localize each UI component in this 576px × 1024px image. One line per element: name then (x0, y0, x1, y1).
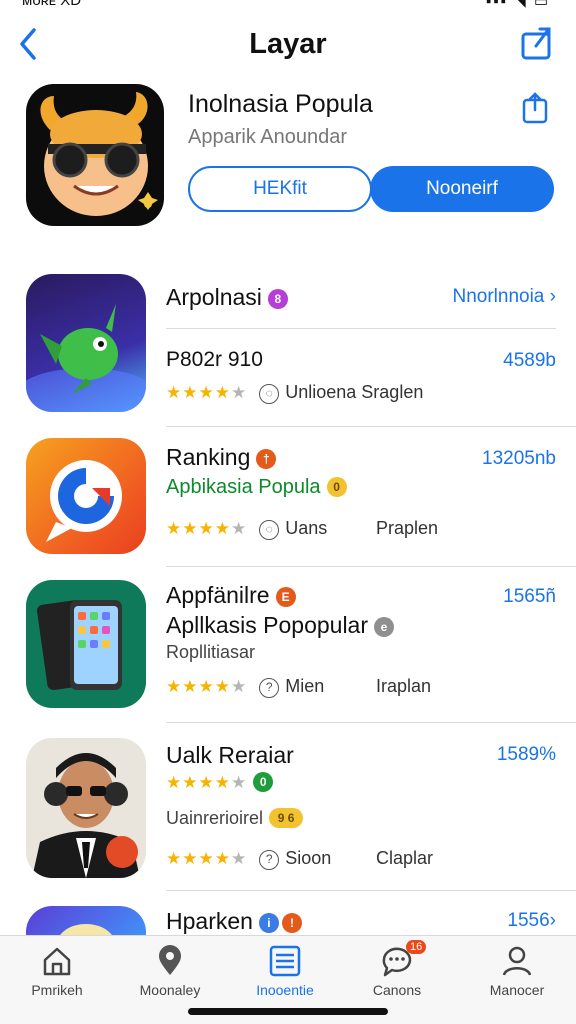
info-badge: i (258, 913, 279, 933)
divider (166, 890, 576, 891)
list-item[interactable]: Arpolnasi 8 Nnorlnnoia › P802r 910 4589b … (0, 274, 576, 427)
category-badge: 8 (267, 289, 288, 309)
category-badge: ! (281, 913, 302, 933)
tab-list[interactable]: Inooentie (230, 944, 340, 998)
tab-map[interactable]: Moonaley (115, 944, 225, 998)
app-subtitle: Apllkasis Popopular (166, 612, 369, 638)
app-price[interactable]: 1556› (507, 910, 556, 932)
info-icon: ◌ (259, 520, 280, 540)
outline-button[interactable]: HEKfit (188, 166, 372, 212)
see-all-link[interactable]: Nnorlnnoia › (452, 286, 556, 308)
tab-label: Moonaley (139, 982, 201, 998)
info-icon: ◌ (259, 384, 280, 404)
tab-label: Inooentie (256, 982, 314, 998)
green-creature-icon (26, 304, 146, 412)
person-icon (502, 946, 532, 976)
list-icon (269, 945, 301, 977)
star-rating: ★★★★★ (166, 519, 248, 538)
share-icon[interactable] (522, 92, 548, 124)
notification-badge: 16 (406, 940, 427, 954)
star-rating: ★★★★★ (166, 849, 248, 868)
app-icon (26, 738, 146, 878)
category-badge: † (256, 449, 277, 469)
page-title: Layar (249, 28, 327, 60)
tab-profile[interactable]: Manocer (462, 944, 572, 998)
chat-bubble-logo-icon (46, 460, 122, 542)
featured-app: Inolnasia Popula Apparik Anoundar HEKfit… (26, 84, 556, 234)
award-icon: 9 6 (269, 808, 304, 828)
app-developer: Uainrerioirel (166, 808, 264, 828)
app-meta-1: Mien (285, 676, 325, 696)
tab-label: Pmrikeh (31, 982, 83, 998)
app-meta-2: Iraplan (376, 676, 432, 696)
app-meta-1: Unlioena (285, 382, 357, 402)
info-badge: e (374, 617, 395, 637)
app-meta-2: Claplar (376, 848, 434, 868)
award-icon: 0 (326, 477, 347, 497)
divider (166, 722, 576, 723)
primary-button[interactable]: Nooneirf (370, 166, 554, 212)
app-title: Hparken (166, 908, 253, 934)
app-icon (26, 580, 146, 708)
app-price[interactable]: 4589b (503, 350, 556, 372)
app-icon (26, 438, 146, 554)
app-subtitle: Apbikasia Popula (166, 476, 321, 498)
phones-icon (37, 599, 122, 691)
list-item[interactable]: Ualk Reraiar 1589% ★★★★★ 0 Uainrerioirel 9… (0, 736, 576, 896)
divider (166, 566, 576, 567)
status-bar: ᴍᴏʀᴇ XD ▪▪▪ ◥ ▭ (0, 0, 576, 10)
app-meta-2: Sraglen (361, 382, 424, 402)
list-item[interactable]: Ranking † 13205nb Apbikasia Popula 0 ★★★★★… (0, 438, 576, 578)
tab-label: Manocer (489, 982, 545, 998)
pin-icon (159, 945, 181, 975)
star-rating: ★★★★★ (166, 773, 248, 792)
status-icons: ▪▪▪ ◥ ▭ (486, 0, 550, 10)
app-title: Arpolnasi (166, 284, 262, 310)
tab-chat[interactable]: 16 Canons (342, 940, 452, 998)
carrier-label: ᴍᴏʀᴇ XD (22, 0, 82, 9)
chevron-right-icon: › (549, 286, 556, 307)
app-price[interactable]: 1589% (497, 744, 556, 766)
list-item[interactable]: Appfänilre E 1565ñ Apllkasis Popopular e R… (0, 578, 576, 728)
star-rating: ★★★★★ (166, 677, 248, 696)
divider (166, 328, 556, 329)
app-icon (26, 274, 146, 412)
star-rating: ★★★★★ (166, 383, 248, 402)
app-meta-2: Praplen (376, 518, 439, 538)
app-price[interactable]: 13205nb (482, 448, 556, 470)
app-title: Ranking (166, 444, 251, 470)
info-icon: ? (259, 678, 280, 698)
featured-app-subtitle: Apparik Anoundar (188, 126, 348, 148)
home-indicator (188, 1008, 388, 1015)
tab-label: Canons (372, 982, 422, 998)
divider (166, 426, 576, 427)
app-meta-1: Sioon (285, 848, 332, 868)
cartoon-mascot-icon (40, 92, 158, 216)
info-icon: ? (259, 850, 280, 870)
app-version: P802r 910 (166, 348, 263, 371)
app-developer: Ropllitiasar (166, 642, 256, 662)
man-with-headphones-icon (32, 753, 140, 878)
home-icon (43, 947, 71, 976)
tab-home[interactable]: Pmrikeh (2, 944, 112, 998)
app-meta-1: Uans (285, 518, 328, 538)
share-icon[interactable] (520, 24, 554, 62)
app-title: Ualk Reraiar (166, 742, 294, 768)
app-title: Appfänilre (166, 582, 270, 608)
nav-bar: Layar (0, 18, 576, 70)
app-price[interactable]: 1565ñ (503, 586, 556, 608)
category-badge: E (275, 587, 296, 607)
award-badge: 0 (253, 772, 274, 792)
featured-app-name: Inolnasia Popula (188, 90, 373, 118)
featured-app-icon[interactable] (26, 84, 164, 226)
